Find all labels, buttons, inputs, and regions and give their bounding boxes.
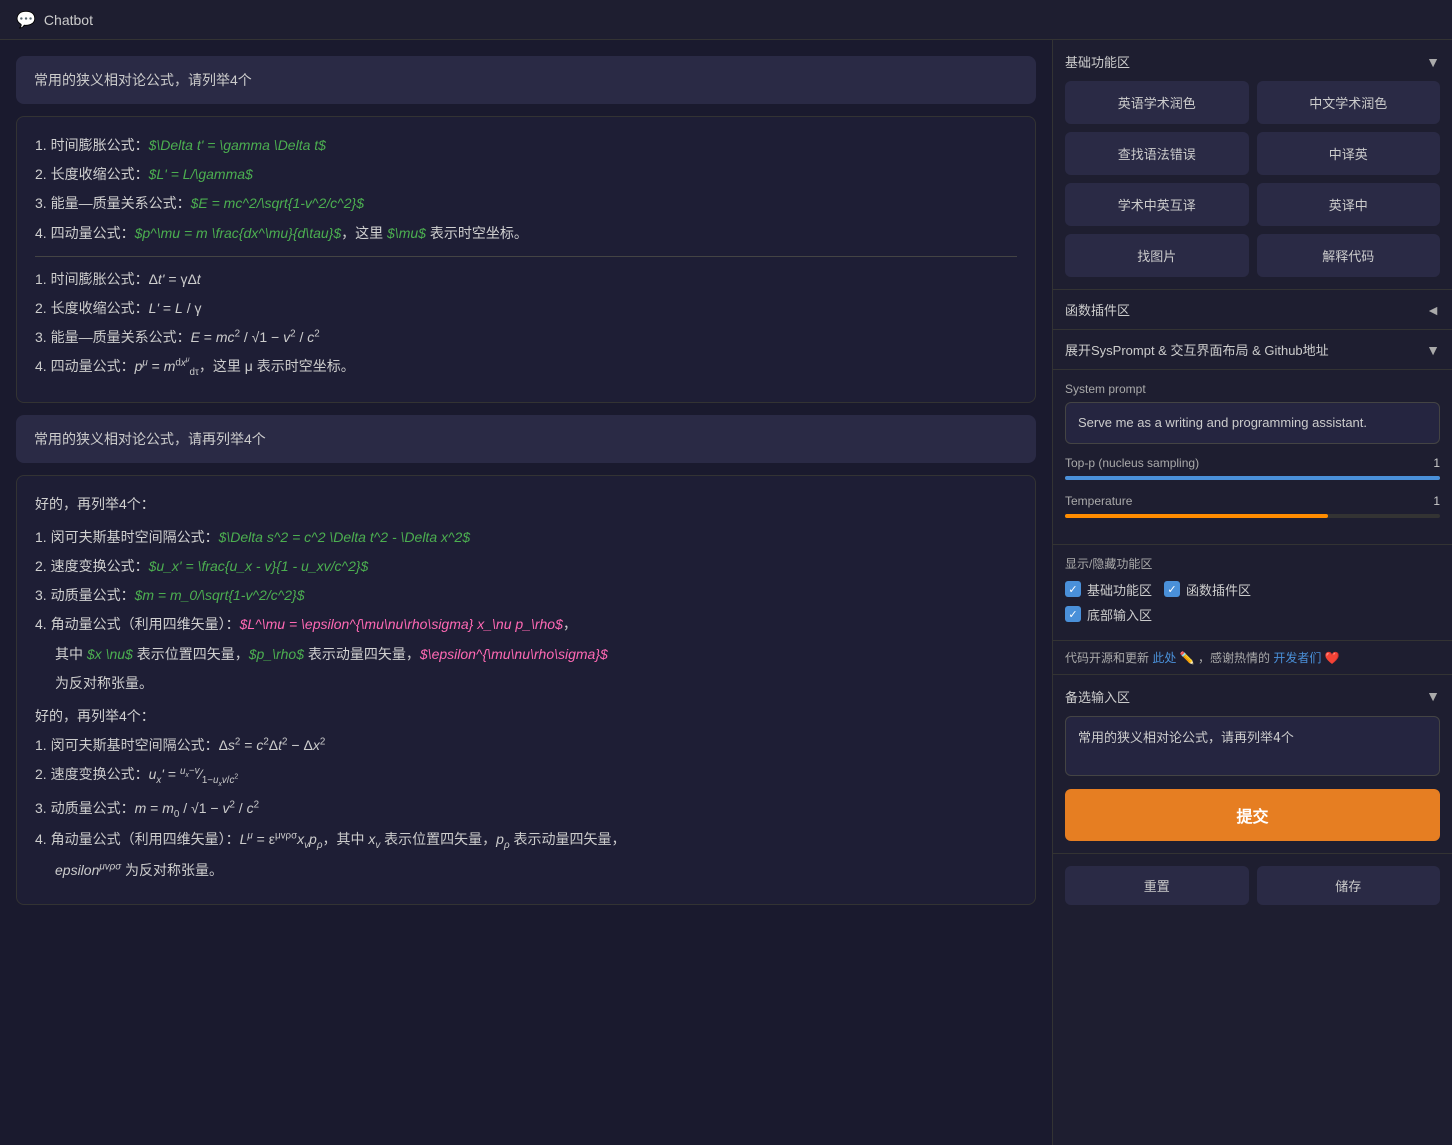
temperature-slider[interactable] [1065,514,1440,518]
assistant-message-2: 好的，再列举4个： 1. 闵可夫斯基时空间隔公式：$\Delta s^2 = c… [16,475,1036,905]
find-grammar-btn[interactable]: 查找语法错误 [1065,132,1249,175]
alt-input-arrow: ▼ [1426,688,1440,704]
explain-code-btn[interactable]: 解释代码 [1257,234,1441,277]
checkbox-basic[interactable]: ✓ 基础功能区 [1065,580,1152,599]
top-p-value: 1 [1410,456,1440,470]
zh-to-en-btn[interactable]: 中译英 [1257,132,1441,175]
sysprompt-expand-header[interactable]: 展开SysPrompt & 交互界面布局 & Github地址 ▼ [1053,330,1452,370]
basic-functions-section: 基础功能区 ▼ 英语学术润色 中文学术润色 查找语法错误 中译英 学术中英互译 … [1053,40,1452,290]
user-message-2: 常用的狭义相对论公式，请再列举4个 [16,415,1036,463]
top-bar: 💬 Chatbot [0,0,1452,40]
bottom-buttons: 重置 储存 [1053,854,1452,917]
submit-button[interactable]: 提交 [1065,789,1440,841]
checkbox-functions-box: ✓ [1164,581,1180,597]
academic-translate-btn[interactable]: 学术中英互译 [1065,183,1249,226]
temperature-label: Temperature [1065,494,1132,508]
temperature-row: Temperature 1 [1065,494,1440,508]
checkbox-bottom-box: ✓ [1065,606,1081,622]
visibility-label: 显示/隐藏功能区 [1065,555,1440,572]
functions-plugin-section: 函数插件区 ◄ [1053,290,1452,330]
heart-icon: ❤️ [1325,651,1340,665]
basic-functions-arrow: ▼ [1426,54,1440,70]
checkbox-row-2: ✓ 底部输入区 [1065,605,1440,624]
visibility-section: 显示/隐藏功能区 ✓ 基础功能区 ✓ 函数插件区 ✓ 底部输入区 [1053,545,1452,641]
find-image-btn[interactable]: 找图片 [1065,234,1249,277]
basic-functions-grid: 英语学术润色 中文学术润色 查找语法错误 中译英 学术中英互译 英译中 找图片 … [1065,81,1440,277]
source-link[interactable]: 此处 [1152,651,1176,665]
temperature-value: 1 [1410,494,1440,508]
checkbox-basic-box: ✓ [1065,581,1081,597]
source-link-row: 代码开源和更新 此处 ✏️ ，感谢热情的 开发者们 ❤️ [1053,641,1452,675]
sysprompt-arrow: ▼ [1426,342,1440,358]
system-prompt-label: System prompt [1065,382,1440,396]
chat-area: 常用的狭义相对论公式，请列举4个 1. 时间膨胀公式：$\Delta t' = … [0,40,1052,1145]
en-to-zh-btn[interactable]: 英译中 [1257,183,1441,226]
sysprompt-content: System prompt Serve me as a writing and … [1053,370,1452,545]
assistant-message-1: 1. 时间膨胀公式：$\Delta t' = \gamma \Delta t$ … [16,116,1036,403]
user-message-1: 常用的狭义相对论公式，请列举4个 [16,56,1036,104]
en-academic-btn[interactable]: 英语学术润色 [1065,81,1249,124]
reset-button[interactable]: 重置 [1065,866,1249,905]
functions-plugin-header[interactable]: 函数插件区 ◄ [1065,300,1440,319]
functions-plugin-arrow: ◄ [1426,302,1440,318]
sidebar: 基础功能区 ▼ 英语学术润色 中文学术润色 查找语法错误 中译英 学术中英互译 … [1052,40,1452,1145]
checkbox-bottom[interactable]: ✓ 底部输入区 [1065,605,1152,624]
top-p-row: Top-p (nucleus sampling) 1 [1065,456,1440,470]
system-prompt-value[interactable]: Serve me as a writing and programming as… [1065,402,1440,444]
developer-link[interactable]: 开发者们 [1273,651,1321,665]
checkbox-functions[interactable]: ✓ 函数插件区 [1164,580,1251,599]
app-title: Chatbot [44,12,93,28]
basic-functions-header[interactable]: 基础功能区 ▼ [1065,52,1440,71]
alt-input-header[interactable]: 备选输入区 ▼ [1065,687,1440,706]
main-layout: 常用的狭义相对论公式，请列举4个 1. 时间膨胀公式：$\Delta t' = … [0,40,1452,1145]
top-p-label: Top-p (nucleus sampling) [1065,456,1199,470]
top-p-slider[interactable] [1065,476,1440,480]
zh-academic-btn[interactable]: 中文学术润色 [1257,81,1441,124]
alt-input-section: 备选输入区 ▼ 常用的狭义相对论公式，请再列举4个 提交 [1053,675,1452,854]
save-button[interactable]: 储存 [1257,866,1441,905]
checkbox-row-1: ✓ 基础功能区 ✓ 函数插件区 [1065,580,1440,599]
alt-input-textarea[interactable]: 常用的狭义相对论公式，请再列举4个 [1065,716,1440,776]
chat-icon: 💬 [16,10,36,30]
